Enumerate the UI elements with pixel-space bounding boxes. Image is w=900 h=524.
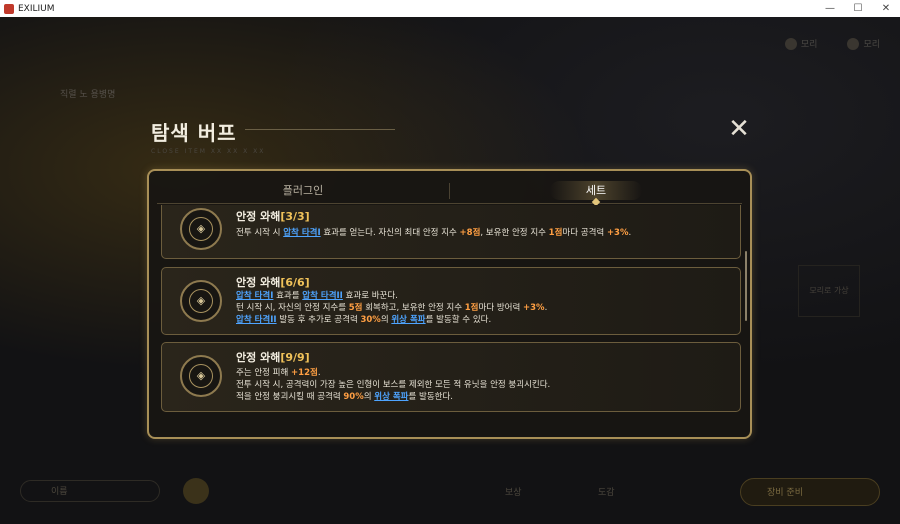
- modal-title: 탐색 버프: [151, 121, 237, 145]
- desc-line: 전투 시작 시, 공격력이 가장 높은 인형이 보스를 제외한 모든 적 유닛을…: [236, 379, 550, 391]
- tab-set[interactable]: 세트: [450, 179, 742, 207]
- keyword-link[interactable]: 압착 타격II: [236, 315, 277, 325]
- desc-text: 주는 안정 피해: [236, 368, 292, 378]
- tab-plugin[interactable]: 플러그인: [157, 179, 449, 203]
- desc-text: 적을 안정 붕괴시킬 때 공격력: [236, 392, 344, 402]
- set-card-1[interactable]: ◈ 안정 와해[3/3] 전투 시작 시 압착 타격I 효과를 얻는다. 자신의…: [161, 205, 741, 259]
- desc-text: 를 발동할 수 있다.: [425, 315, 492, 325]
- card-desc: 전투 시작 시 압착 타격I 효과를 얻는다. 자신의 최대 안정 지수 +8점…: [236, 227, 631, 239]
- card-level: [9/9]: [280, 351, 310, 364]
- minimize-button[interactable]: —: [816, 3, 844, 14]
- modal-subtitle: CLOSE ITEM XX XX X XX: [151, 148, 266, 155]
- bg-side-panel: 모리로 가상: [798, 265, 860, 317]
- desc-line: 압착 타격I 효과를 압착 타격II 효과로 바꾼다.: [236, 290, 547, 302]
- desc-text: .: [628, 228, 632, 238]
- keyword-link[interactable]: 위상 폭파: [391, 315, 425, 325]
- bg-codex: 도감: [598, 488, 615, 498]
- desc-text: 마다 방어력: [478, 303, 524, 313]
- desc-text: .: [544, 303, 548, 313]
- desc-text: 효과를 얻는다. 자신의 최대 안정 지수: [320, 228, 460, 238]
- desc-text: .: [317, 368, 321, 378]
- bg-top-right-group: 모리 모리: [784, 37, 880, 50]
- window-controls: — ☐ ✕: [816, 3, 900, 14]
- title-divider: [245, 129, 395, 130]
- highlight-value: 90%: [343, 392, 364, 402]
- currency-icon: [847, 37, 860, 50]
- bg-reward: 보상: [505, 488, 522, 498]
- bg-round-button: [183, 478, 209, 504]
- desc-text: 턴 시작 시, 자신의 안정 지수를: [236, 303, 349, 313]
- desc-text: 발동 후 추가로 공격력: [276, 315, 361, 325]
- keyword-link[interactable]: 위상 폭파: [374, 392, 408, 402]
- highlight-value: 1점: [548, 228, 563, 238]
- desc-text: 효과를: [273, 291, 303, 301]
- desc-text: 마다 공격력: [562, 228, 607, 238]
- desc-text: 를 발동한다.: [408, 392, 454, 402]
- highlight-value: +12점: [291, 368, 318, 378]
- window-close-button[interactable]: ✕: [872, 3, 900, 14]
- set-card-2[interactable]: ◈ 안정 와해[6/6] 압착 타격I 효과를 압착 타격II 효과로 바꾼다.…: [161, 267, 741, 335]
- desc-line: 압착 타격II 발동 후 추가로 공격력 30%의 위상 폭파를 발동할 수 있…: [236, 314, 547, 326]
- shield-emblem-icon: ◈: [180, 280, 222, 322]
- desc-text: 전투 시작 시: [236, 228, 284, 238]
- card-level: [3/3]: [280, 210, 310, 223]
- card-title: 안정 와해[9/9]: [236, 351, 310, 364]
- desc-line: 전투 시작 시 압착 타격I 효과를 얻는다. 자신의 최대 안정 지수 +8점…: [236, 227, 631, 239]
- desc-text: 효과로 바꾼다.: [342, 291, 398, 301]
- buff-panel: 플러그인 세트 ◈ 안정 와해[3/3] 전투 시작 시 압착 타격I 효과를 …: [147, 169, 752, 439]
- desc-line: 턴 시작 시, 자신의 안정 지수를 5점 회복하고, 보유한 안정 지수 1점…: [236, 302, 547, 314]
- bg-currency-1: 모리: [784, 37, 817, 50]
- desc-text: , 보유한 안정 지수: [480, 228, 549, 238]
- desc-text: 회복하고, 보유한 안정 지수: [362, 303, 465, 313]
- card-title: 안정 와해[6/6]: [236, 276, 310, 289]
- highlight-value: +3%: [523, 303, 545, 313]
- desc-text: 의: [380, 315, 392, 325]
- currency-icon: [784, 37, 797, 50]
- maximize-button[interactable]: ☐: [844, 3, 872, 14]
- list-scrollbar[interactable]: [745, 251, 747, 321]
- keyword-link[interactable]: 압착 타격I: [283, 228, 320, 238]
- card-level: [6/6]: [280, 276, 310, 289]
- tab-plugin-label: 플러그인: [282, 184, 324, 197]
- set-list[interactable]: ◈ 안정 와해[3/3] 전투 시작 시 압착 타격I 효과를 얻는다. 자신의…: [161, 205, 741, 429]
- bg-currency-2: 모리: [847, 37, 880, 50]
- highlight-value: +3%: [606, 228, 629, 238]
- highlight-value: +8점: [459, 228, 481, 238]
- shield-emblem-icon: ◈: [180, 208, 222, 250]
- highlight-value: 1점: [464, 303, 479, 313]
- card-desc: 압착 타격I 효과를 압착 타격II 효과로 바꾼다. 턴 시작 시, 자신의 안…: [236, 290, 547, 326]
- desc-text: 전투 시작 시, 공격력이 가장 높은 인형이 보스를 제외한 모든 적 유닛을…: [236, 380, 551, 390]
- bg-prepare-button: 장비 준비: [740, 478, 880, 506]
- desc-line: 적을 안정 붕괴시킬 때 공격력 90%의 위상 폭파를 발동한다.: [236, 391, 550, 403]
- shield-emblem-icon: ◈: [180, 355, 222, 397]
- desc-text: 의: [363, 392, 375, 402]
- bg-name-field: 이름: [20, 480, 160, 502]
- window-titlebar: EXILIUM — ☐ ✕: [0, 0, 900, 18]
- app-icon: [4, 3, 14, 14]
- bg-breadcrumb: 직렬 노 용병명: [60, 90, 116, 100]
- highlight-value: 30%: [360, 315, 381, 325]
- close-button[interactable]: ✕: [726, 116, 752, 143]
- card-title: 안정 와해[3/3]: [236, 210, 310, 223]
- set-card-3[interactable]: ◈ 안정 와해[9/9] 주는 안정 피해 +12점. 전투 시작 시, 공격력이…: [161, 342, 741, 412]
- window-title: EXILIUM: [18, 3, 55, 14]
- highlight-value: 5점: [348, 303, 363, 313]
- keyword-link[interactable]: 압착 타격I: [236, 291, 273, 301]
- tab-bar: 플러그인 세트: [157, 179, 742, 207]
- game-viewport: 직렬 노 용병명 모리 모리 모리로 가상 이름 보상 도감 장비 준비 탐색 …: [0, 17, 900, 524]
- card-desc: 주는 안정 피해 +12점. 전투 시작 시, 공격력이 가장 높은 인형이 보스…: [236, 367, 550, 403]
- desc-line: 주는 안정 피해 +12점.: [236, 367, 550, 379]
- tab-set-label: 세트: [585, 184, 607, 197]
- keyword-link[interactable]: 압착 타격II: [302, 291, 343, 301]
